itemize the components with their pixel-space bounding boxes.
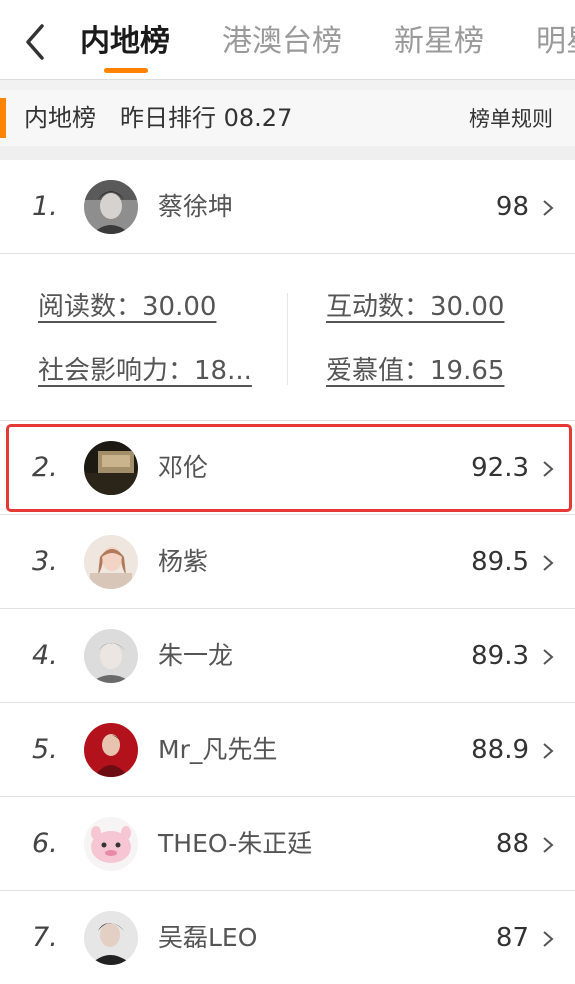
star-name: 邓伦 [158,453,209,482]
stats-divider [287,293,288,385]
star-name: Mr_凡先生 [158,735,278,764]
ranking-title: 内地榜 [24,104,96,132]
rank-number: 3. [32,546,58,577]
ranking-row-5[interactable]: 5. Mr_凡先生 88.9 [0,703,575,797]
rank-number: 4. [32,640,58,671]
interaction-stat[interactable]: 互动数：30.00 [326,289,504,325]
star-score: 89.3 [471,641,529,671]
ranking-row-4[interactable]: 4. 朱一龙 89.3 [0,609,575,703]
love-stat[interactable]: 爱慕值：19.65 [326,353,504,389]
active-tab-indicator [104,68,148,73]
ranking-row-7[interactable]: 7. 吴磊LEO 87 [0,891,575,984]
star-name: 蔡徐坤 [158,192,234,221]
avatar [84,629,138,683]
avatar [84,817,138,871]
ranking-rules-link[interactable]: 榜单规则 [469,105,553,133]
ranking-row-1[interactable]: 1. 蔡徐坤 98 [0,160,575,254]
top-nav-bar: 内地榜 港澳台榜 新星榜 明星 [0,0,575,80]
star-name: 杨紫 [158,547,209,576]
influence-stat[interactable]: 社会影响力：18... [38,353,252,389]
star-name: THEO-朱正廷 [158,829,313,858]
rank-number: 2. [32,452,58,483]
chevron-right-icon [543,837,554,853]
tab-mainland[interactable]: 内地榜 [80,22,170,62]
avatar [84,535,138,589]
chevron-right-icon [543,555,554,571]
avatar [84,911,138,965]
chevron-right-icon [543,461,554,477]
star-score: 88 [495,829,529,859]
star-score: 92.3 [471,453,529,483]
avatar [84,180,138,234]
ranking-date: 昨日排行 08.27 [120,104,293,132]
rank-number: 1. [32,191,58,222]
rank-number: 5. [32,734,58,765]
ranking-row-6[interactable]: 6. THEO-朱正廷 88 [0,797,575,891]
reads-stat[interactable]: 阅读数：30.00 [38,289,216,325]
accent-marker [0,98,6,138]
star-score: 98 [495,192,529,222]
chevron-right-icon [543,931,554,947]
section-divider [0,146,575,160]
rank-number: 6. [32,828,58,859]
section-divider [0,80,575,90]
chevron-right-icon [543,743,554,759]
tab-new-stars[interactable]: 新星榜 [394,22,484,62]
star-score: 87 [495,923,529,953]
back-arrow-icon[interactable] [18,22,52,62]
star-stats-panel: 阅读数：30.00 互动数：30.00 社会影响力：18... 爱慕值：19.6… [0,255,575,421]
chevron-right-icon [543,200,554,216]
rank-number: 7. [32,922,58,953]
star-name: 朱一龙 [158,641,234,670]
avatar [84,441,138,495]
chevron-right-icon [543,649,554,665]
star-name: 吴磊LEO [158,923,258,952]
ranking-row-2[interactable]: 2. 邓伦 92.3 [0,421,575,515]
ranking-info-bar: 内地榜 昨日排行 08.27 榜单规则 [0,90,575,146]
tab-celebrity[interactable]: 明星 [536,22,575,62]
tab-hk-macau-taiwan[interactable]: 港澳台榜 [222,22,342,62]
star-score: 89.5 [471,547,529,577]
avatar [84,723,138,777]
ranking-row-3[interactable]: 3. 杨紫 89.5 [0,515,575,609]
star-score: 88.9 [471,735,529,765]
